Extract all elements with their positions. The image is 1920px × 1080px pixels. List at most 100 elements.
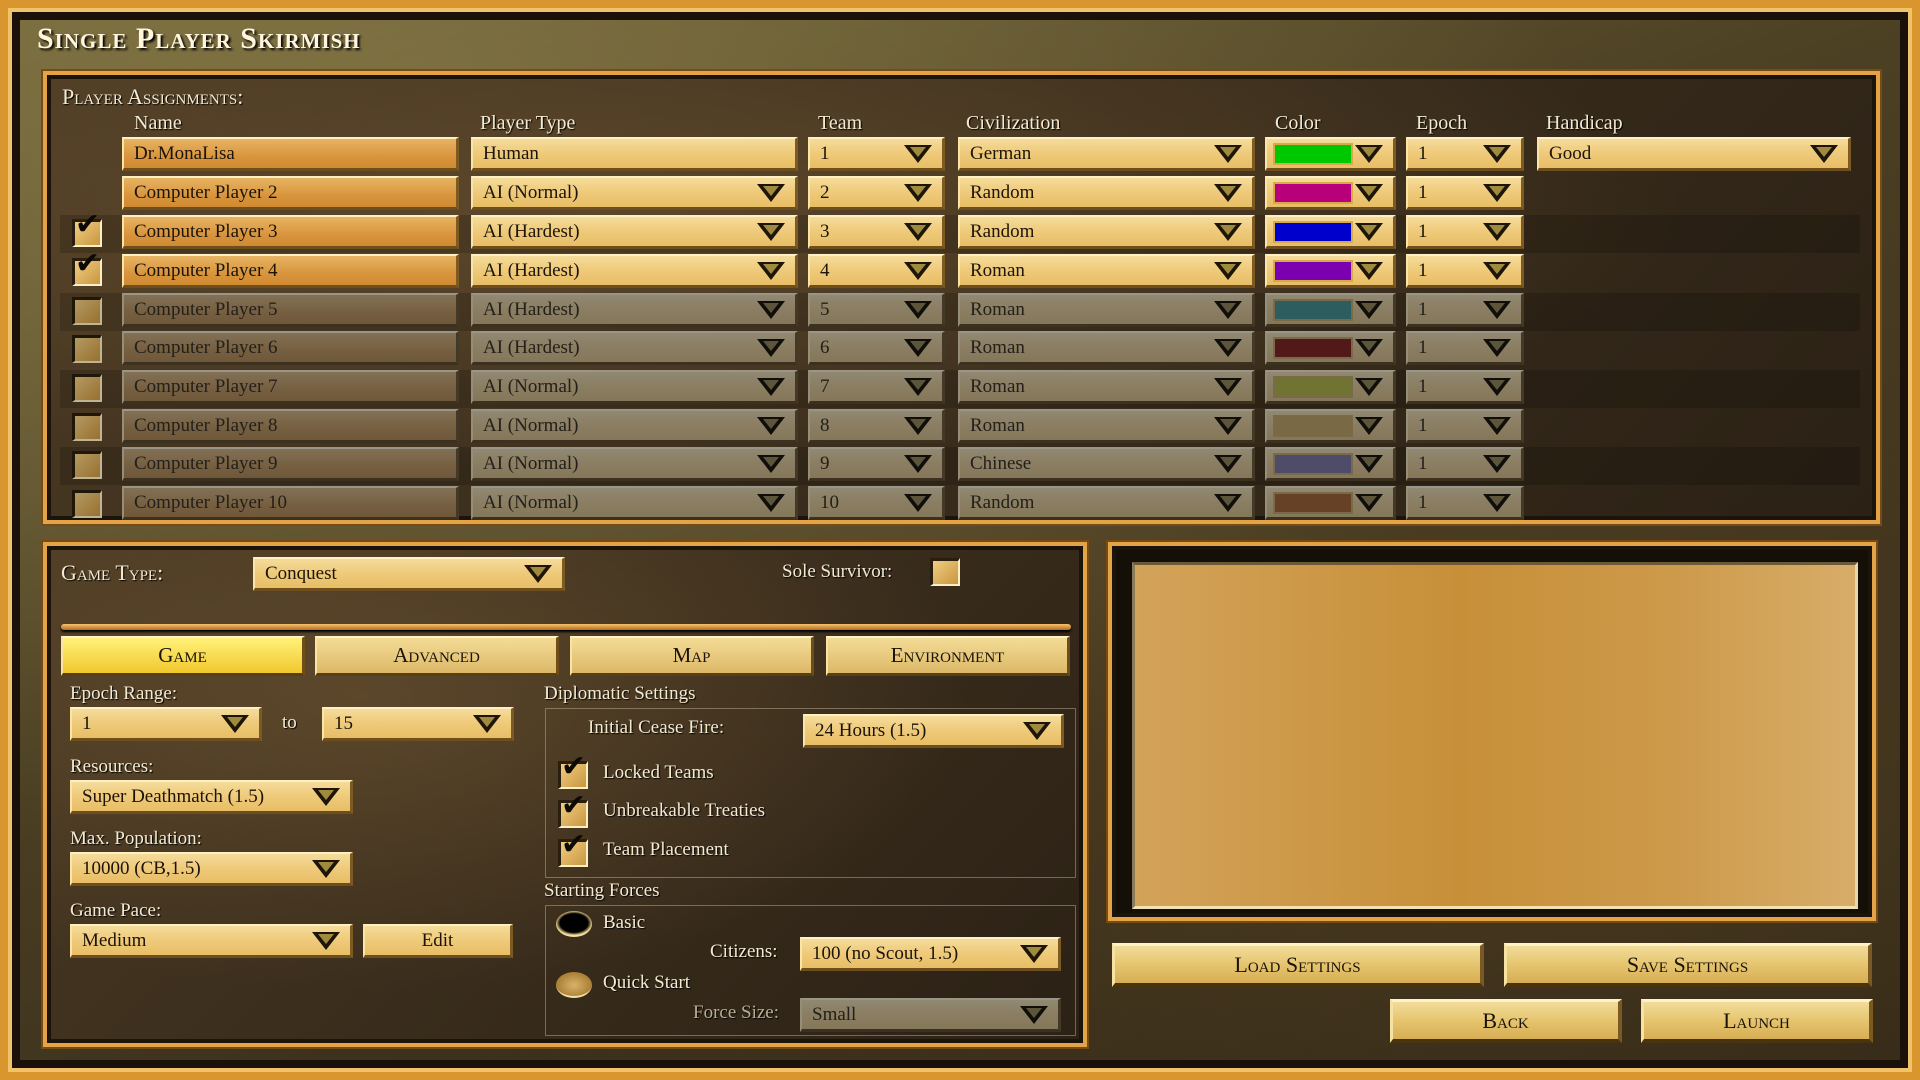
player-type-dropdown[interactable]: AI (Hardest): [471, 331, 798, 365]
team-dropdown[interactable]: 10: [808, 486, 945, 520]
civilization-dropdown[interactable]: German: [958, 137, 1255, 171]
resources-dropdown[interactable]: Super Deathmatch (1.5): [70, 780, 353, 814]
epoch-dropdown[interactable]: 1: [1406, 447, 1524, 481]
color-dropdown[interactable]: [1265, 215, 1396, 249]
handicap-dropdown[interactable]: Good: [1537, 137, 1851, 171]
epoch-dropdown[interactable]: 1: [1406, 176, 1524, 210]
player-name-field-value: Computer Player 5: [134, 299, 278, 320]
team-dropdown[interactable]: 3: [808, 215, 945, 249]
civilization-dropdown[interactable]: Roman: [958, 254, 1255, 288]
player-type-dropdown[interactable]: AI (Normal): [471, 370, 798, 404]
epoch-dropdown[interactable]: 1: [1406, 409, 1524, 443]
team-dropdown[interactable]: 9: [808, 447, 945, 481]
chevron-down-icon: [904, 455, 932, 473]
player-type-dropdown[interactable]: AI (Hardest): [471, 293, 798, 327]
epoch-dropdown[interactable]: 1: [1406, 370, 1524, 404]
color-dropdown[interactable]: [1265, 176, 1396, 210]
player-enable-checkbox[interactable]: [72, 413, 102, 441]
player-enable-checkbox[interactable]: ✔: [72, 210, 102, 247]
player-type-dropdown[interactable]: AI (Normal): [471, 409, 798, 443]
force-size-dropdown[interactable]: Small: [800, 998, 1061, 1032]
sole-survivor-checkbox[interactable]: [930, 558, 960, 586]
game-type-dropdown[interactable]: Conquest: [253, 557, 565, 591]
player-name-field[interactable]: Computer Player 10: [122, 486, 459, 520]
color-dropdown[interactable]: [1265, 331, 1396, 365]
player-type-dropdown[interactable]: AI (Hardest): [471, 215, 798, 249]
player-enable-checkbox[interactable]: [72, 451, 102, 479]
save-settings-button[interactable]: Save Settings: [1504, 943, 1872, 987]
color-dropdown[interactable]: [1265, 254, 1396, 288]
quick-start-radio[interactable]: [556, 972, 592, 998]
load-settings-button[interactable]: Load Settings: [1112, 943, 1484, 987]
basic-radio[interactable]: [556, 911, 592, 937]
player-name-field[interactable]: Computer Player 8: [122, 409, 459, 443]
back-button[interactable]: Back: [1390, 999, 1622, 1043]
civilization-dropdown[interactable]: Random: [958, 176, 1255, 210]
epoch-dropdown[interactable]: 1: [1406, 293, 1524, 327]
team-dropdown[interactable]: 6: [808, 331, 945, 365]
unbreakable-treaties-checkbox[interactable]: ✔: [558, 791, 588, 828]
color-dropdown[interactable]: [1265, 409, 1396, 443]
civilization-dropdown[interactable]: Roman: [958, 293, 1255, 327]
player-name-field[interactable]: Computer Player 5: [122, 293, 459, 327]
color-dropdown[interactable]: [1265, 486, 1396, 520]
color-dropdown[interactable]: [1265, 370, 1396, 404]
chevron-down-icon: [757, 455, 785, 473]
player-enable-checkbox[interactable]: [72, 297, 102, 325]
team-dropdown[interactable]: 4: [808, 254, 945, 288]
epoch-dropdown[interactable]: 1: [1406, 215, 1524, 249]
max-population-dropdown[interactable]: 10000 (CB,1.5): [70, 852, 353, 886]
team-placement-checkbox[interactable]: ✔: [558, 830, 588, 867]
epoch-dropdown[interactable]: 1: [1406, 254, 1524, 288]
civilization-dropdown[interactable]: Chinese: [958, 447, 1255, 481]
civilization-dropdown[interactable]: Roman: [958, 409, 1255, 443]
player-name-field[interactable]: Dr.MonaLisa: [122, 137, 459, 171]
team-dropdown[interactable]: 5: [808, 293, 945, 327]
player-type-dropdown[interactable]: AI (Normal): [471, 486, 798, 520]
civilization-dropdown[interactable]: Roman: [958, 331, 1255, 365]
game-pace-dropdown[interactable]: Medium: [70, 924, 353, 958]
civilization-dropdown[interactable]: Roman: [958, 370, 1255, 404]
tab-advanced[interactable]: Advanced: [315, 636, 559, 676]
launch-button[interactable]: Launch: [1641, 999, 1873, 1043]
player-name-field[interactable]: Computer Player 6: [122, 331, 459, 365]
tab-environment[interactable]: Environment: [826, 636, 1070, 676]
cease-fire-dropdown[interactable]: 24 Hours (1.5): [803, 714, 1064, 748]
color-dropdown[interactable]: [1265, 447, 1396, 481]
player-type-dropdown-value: AI (Normal): [483, 376, 579, 397]
player-name-field[interactable]: Computer Player 4: [122, 254, 459, 288]
player-enable-checkbox[interactable]: [72, 374, 102, 402]
player-name-field[interactable]: Computer Player 7: [122, 370, 459, 404]
epoch-from-dropdown[interactable]: 1: [70, 707, 262, 741]
edit-game-pace-button[interactable]: Edit: [363, 924, 513, 958]
epoch-dropdown[interactable]: 1: [1406, 486, 1524, 520]
team-dropdown[interactable]: 7: [808, 370, 945, 404]
epoch-dropdown[interactable]: 1: [1406, 137, 1524, 171]
player-type-dropdown[interactable]: AI (Hardest): [471, 254, 798, 288]
player-type-dropdown[interactable]: AI (Normal): [471, 447, 798, 481]
epoch-to-dropdown[interactable]: 15: [322, 707, 514, 741]
player-enable-checkbox[interactable]: ✔: [72, 249, 102, 286]
team-dropdown[interactable]: 1: [808, 137, 945, 171]
tab-game[interactable]: Game: [61, 636, 305, 676]
epoch-dropdown[interactable]: 1: [1406, 331, 1524, 365]
team-dropdown[interactable]: 8: [808, 409, 945, 443]
locked-teams-checkbox[interactable]: ✔: [558, 752, 588, 789]
color-dropdown[interactable]: [1265, 293, 1396, 327]
tab-map[interactable]: Map: [570, 636, 814, 676]
color-dropdown[interactable]: [1265, 137, 1396, 171]
player-name-field[interactable]: Computer Player 9: [122, 447, 459, 481]
player-name-field[interactable]: Computer Player 3: [122, 215, 459, 249]
player-enable-checkbox[interactable]: [72, 335, 102, 363]
player-type-dropdown[interactable]: AI (Normal): [471, 176, 798, 210]
player-name-field[interactable]: Computer Player 2: [122, 176, 459, 210]
civilization-dropdown[interactable]: Random: [958, 486, 1255, 520]
chevron-down-icon: [1483, 262, 1511, 280]
player-enable-checkbox[interactable]: [72, 490, 102, 518]
citizens-dropdown[interactable]: 100 (no Scout, 1.5): [800, 937, 1061, 971]
diplomatic-settings-title: Diplomatic Settings: [544, 683, 696, 704]
player-type-dropdown[interactable]: Human: [471, 137, 798, 171]
civilization-dropdown[interactable]: Random: [958, 215, 1255, 249]
team-dropdown[interactable]: 2: [808, 176, 945, 210]
map-preview: [1132, 562, 1858, 909]
